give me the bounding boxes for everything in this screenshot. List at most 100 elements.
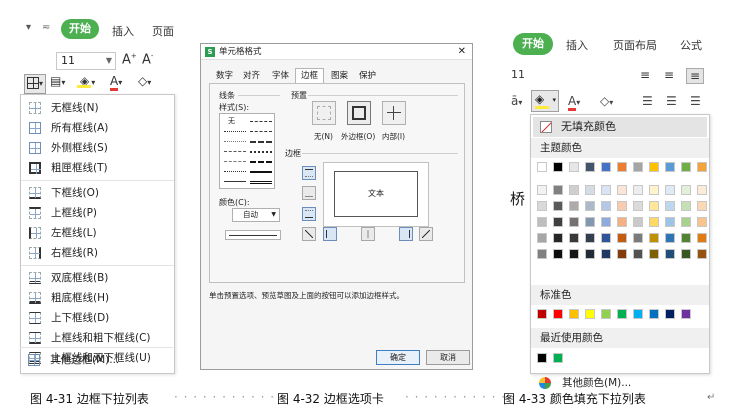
border-left-button[interactable]: [323, 227, 337, 241]
line-style-option[interactable]: [224, 151, 246, 152]
preset-inside-button[interactable]: [382, 101, 406, 125]
decrease-font-icon[interactable]: A-: [142, 52, 153, 67]
theme-color-swatch[interactable]: [601, 162, 611, 172]
align-center-icon[interactable]: ☰: [666, 94, 677, 108]
preset-none-button[interactable]: [312, 101, 336, 125]
theme-color-swatch[interactable]: [681, 201, 691, 211]
line-style-option[interactable]: [224, 161, 246, 162]
font-size-value[interactable]: 11: [511, 68, 525, 81]
menu-item-left-border[interactable]: 左框线(L): [21, 223, 174, 243]
theme-color-swatch[interactable]: [633, 249, 643, 259]
style-none-option[interactable]: 无: [228, 116, 235, 126]
theme-color-swatch[interactable]: [601, 249, 611, 259]
theme-color-swatch[interactable]: [553, 249, 563, 259]
standard-color-swatch[interactable]: [633, 309, 643, 319]
no-fill-option[interactable]: 无填充颜色: [533, 117, 707, 137]
theme-color-swatch[interactable]: [681, 162, 691, 172]
border-right-button[interactable]: [399, 227, 413, 241]
theme-color-swatch[interactable]: [681, 249, 691, 259]
line-style-option[interactable]: [250, 151, 272, 153]
border-preview[interactable]: 文本: [323, 162, 429, 227]
theme-color-swatch[interactable]: [697, 162, 707, 172]
border-top-button[interactable]: [302, 166, 316, 180]
theme-color-swatch[interactable]: [665, 162, 675, 172]
theme-color-swatch[interactable]: [553, 201, 563, 211]
theme-color-swatch[interactable]: [665, 249, 675, 259]
menu-item-top-border[interactable]: 上框线(P): [21, 203, 174, 223]
menu-item-double-bottom-border[interactable]: 双底框线(B): [21, 268, 174, 288]
tab-page-layout[interactable]: 页面布局: [613, 37, 657, 53]
theme-color-swatch[interactable]: [633, 185, 643, 195]
theme-color-swatch[interactable]: [569, 233, 579, 243]
line-style-option[interactable]: [250, 141, 272, 143]
align-right-icon[interactable]: ☰: [690, 94, 701, 108]
line-style-option[interactable]: [250, 121, 272, 122]
theme-color-swatch[interactable]: [569, 201, 579, 211]
tab-start[interactable]: 开始: [513, 33, 553, 55]
theme-color-swatch[interactable]: [537, 201, 547, 211]
recent-color-swatch[interactable]: [553, 353, 563, 363]
theme-color-swatch[interactable]: [585, 249, 595, 259]
theme-color-swatch[interactable]: [537, 233, 547, 243]
theme-color-swatch[interactable]: [649, 201, 659, 211]
theme-color-swatch[interactable]: [617, 233, 627, 243]
theme-color-swatch[interactable]: [649, 217, 659, 227]
line-style-option[interactable]: [224, 131, 246, 132]
theme-color-swatch[interactable]: [601, 217, 611, 227]
line-style-option[interactable]: [250, 181, 272, 184]
standard-color-swatch[interactable]: [649, 309, 659, 319]
tab-insert[interactable]: 插入: [112, 23, 134, 39]
menu-item-all-borders[interactable]: 所有框线(A): [21, 118, 174, 138]
theme-color-swatch[interactable]: [553, 217, 563, 227]
theme-color-swatch[interactable]: [601, 185, 611, 195]
standard-color-swatch[interactable]: [601, 309, 611, 319]
theme-color-swatch[interactable]: [617, 201, 627, 211]
theme-color-swatch[interactable]: [697, 201, 707, 211]
tab-font[interactable]: 字体: [267, 69, 294, 83]
tab-protection[interactable]: 保护: [354, 69, 381, 83]
border-diag-down-button[interactable]: [419, 227, 433, 241]
font-color-icon[interactable]: A▾: [568, 94, 580, 111]
theme-color-swatch[interactable]: [617, 217, 627, 227]
line-style-option[interactable]: [250, 161, 272, 163]
theme-color-swatch[interactable]: [633, 162, 643, 172]
theme-color-swatch[interactable]: [681, 233, 691, 243]
theme-color-swatch[interactable]: [665, 233, 675, 243]
recent-color-swatch[interactable]: [537, 353, 547, 363]
standard-color-swatch[interactable]: [585, 309, 595, 319]
tab-page-layout[interactable]: 页面: [152, 23, 174, 39]
preset-outline-button[interactable]: [347, 101, 371, 125]
theme-color-swatch[interactable]: [537, 162, 547, 172]
tab-formula[interactable]: 公式: [680, 37, 702, 53]
theme-color-swatch[interactable]: [537, 185, 547, 195]
border-diag-up-button[interactable]: [302, 227, 316, 241]
close-icon[interactable]: ✕: [458, 44, 466, 60]
align-left-icon[interactable]: ☰: [642, 94, 653, 108]
ok-button[interactable]: 确定: [376, 350, 420, 365]
menu-item-outside-borders[interactable]: 外侧框线(S): [21, 138, 174, 158]
theme-color-swatch[interactable]: [681, 185, 691, 195]
font-color-icon[interactable]: A▾: [110, 74, 122, 94]
eraser-icon[interactable]: ◇▾: [600, 94, 613, 108]
theme-color-swatch[interactable]: [697, 217, 707, 227]
theme-color-swatch[interactable]: [665, 217, 675, 227]
theme-color-swatch[interactable]: [617, 162, 627, 172]
fill-color-button[interactable]: ◈ ▾: [531, 90, 559, 112]
theme-color-swatch[interactable]: [617, 249, 627, 259]
standard-color-swatch[interactable]: [681, 309, 691, 319]
line-style-option[interactable]: [250, 171, 272, 173]
standard-color-swatch[interactable]: [617, 309, 627, 319]
menu-item-more-borders[interactable]: 其他边框(M)...: [20, 350, 173, 370]
menu-item-thick-box-border[interactable]: 粗匣框线(T): [21, 158, 174, 178]
tab-insert[interactable]: 插入: [566, 37, 588, 53]
tab-number[interactable]: 数字: [211, 69, 238, 83]
theme-color-swatch[interactable]: [697, 185, 707, 195]
menu-item-thick-bottom-border[interactable]: 粗底框线(H): [21, 288, 174, 308]
standard-color-swatch[interactable]: [537, 309, 547, 319]
menu-item-top-thick-bottom-border[interactable]: 上框线和粗下框线(C): [21, 328, 174, 348]
theme-color-swatch[interactable]: [633, 233, 643, 243]
standard-color-swatch[interactable]: [569, 309, 579, 319]
theme-color-swatch[interactable]: [569, 185, 579, 195]
line-color-select[interactable]: 自动 ▼: [232, 208, 280, 222]
theme-color-swatch[interactable]: [585, 185, 595, 195]
